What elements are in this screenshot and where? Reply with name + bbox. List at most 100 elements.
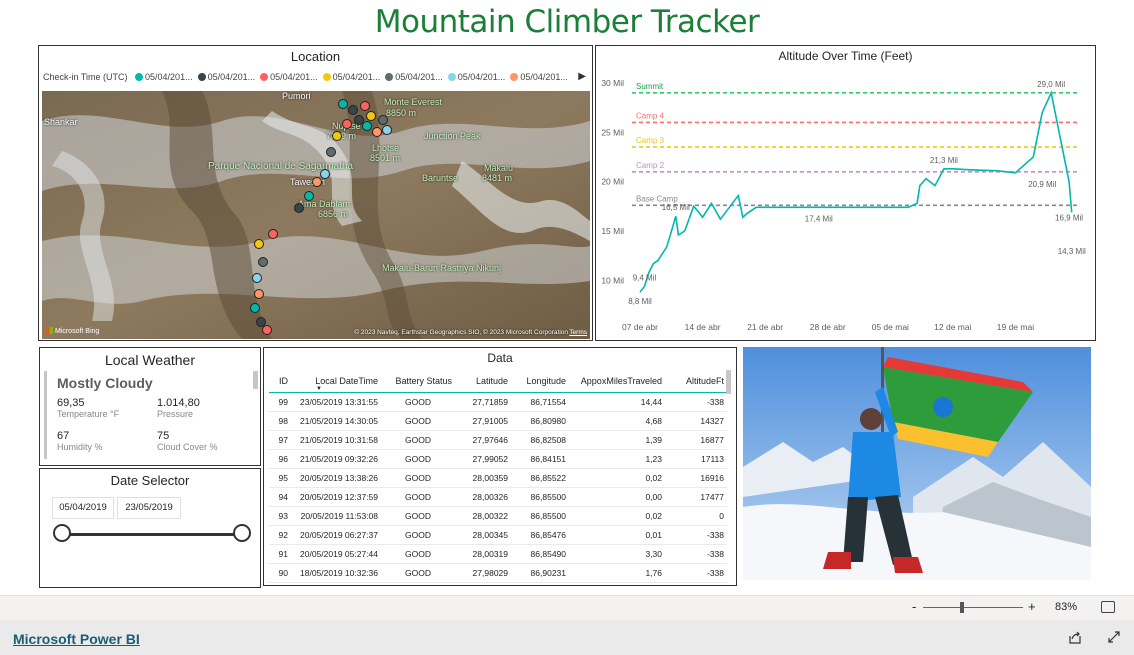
weather-cloud: 75 (157, 430, 170, 442)
table-cell: 99 (269, 392, 291, 412)
weather-scrollbar[interactable] (253, 371, 258, 389)
column-header[interactable]: Battery Status (381, 370, 455, 392)
map-marker[interactable] (382, 125, 392, 135)
table-scrollbar[interactable] (726, 370, 731, 394)
map-marker[interactable] (378, 115, 388, 125)
power-bi-link[interactable]: Microsoft Power BI (13, 631, 140, 647)
map-panel: Location Check-in Time (UTC) 05/04/201..… (38, 45, 593, 341)
zoom-in-button[interactable]: + (1028, 599, 1036, 614)
table-row[interactable]: 90 18/05/2019 10:32:36 GOOD 27,98029 86,9023… (269, 563, 727, 583)
weather-title: Local Weather (104, 352, 195, 368)
table-cell: 17477 (665, 487, 727, 507)
table-cell: 17113 (665, 449, 727, 469)
legend-item-3[interactable]: 05/04/201... (333, 72, 381, 82)
data-label: 16,5 Mil (662, 203, 690, 212)
table-cell: GOOD (381, 392, 455, 412)
table-row[interactable]: 95 20/05/2019 13:38:26 GOOD 28,00359 86,8552… (269, 468, 727, 488)
date-slider-start-handle[interactable] (53, 524, 71, 542)
map-marker[interactable] (250, 303, 260, 313)
legend-item-0[interactable]: 05/04/201... (145, 72, 193, 82)
date-start-input[interactable]: 05/04/2019 (52, 497, 114, 519)
table-cell: 20/05/2019 13:38:26 (291, 468, 381, 488)
map-marker[interactable] (294, 203, 304, 213)
table-row[interactable]: 93 20/05/2019 11:53:08 GOOD 28,00322 86,8550… (269, 506, 727, 526)
weather-condition: Mostly Cloudy (57, 375, 153, 391)
table-cell: 0,02 (569, 468, 665, 488)
data-label: 29,0 Mil (1037, 80, 1065, 89)
data-label: 17,4 Mil (805, 214, 833, 223)
table-cell: 86,85500 (511, 506, 569, 526)
x-tick-label: 12 de mai (934, 322, 971, 332)
table-cell: 28,00345 (455, 525, 511, 545)
table-cell: 21/05/2019 09:32:26 (291, 449, 381, 469)
map-label-ama-height: 6856 m (318, 209, 349, 219)
sort-desc-icon: ▼ (316, 385, 322, 392)
map-marker[interactable] (268, 229, 278, 239)
map-marker[interactable] (312, 177, 322, 187)
legend-next-icon[interactable]: ▶ (578, 71, 586, 82)
satellite-map[interactable]: Shankar Pumori Monte Everest 8850 m Nupt… (42, 91, 590, 339)
legend-item-6[interactable]: 05/04/201... (520, 72, 568, 82)
zoom-slider-track[interactable] (923, 607, 1023, 608)
map-marker[interactable] (320, 169, 330, 179)
map-label-everest: Monte Everest (384, 97, 443, 107)
zoom-slider-handle[interactable] (960, 602, 964, 613)
map-marker[interactable] (338, 99, 348, 109)
table-cell: -338 (665, 392, 727, 412)
table-cell: 1,39 (569, 430, 665, 450)
table-row[interactable]: 99 23/05/2019 13:31:55 GOOD 27,71859 86,7155… (269, 392, 727, 412)
column-header[interactable]: ID (269, 370, 291, 392)
table-row[interactable]: 91 20/05/2019 05:27:44 GOOD 28,00319 86,8549… (269, 544, 727, 564)
column-header[interactable]: AltitudeFt (665, 370, 727, 392)
column-header[interactable]: Local DateTime ▼ (291, 370, 381, 392)
map-marker[interactable] (332, 131, 342, 141)
map-marker[interactable] (348, 105, 358, 115)
climber-photo (743, 347, 1091, 580)
legend-item-1[interactable]: 05/04/201... (208, 72, 256, 82)
share-icon[interactable] (1068, 630, 1082, 649)
legend-item-2[interactable]: 05/04/201... (270, 72, 318, 82)
map-marker[interactable] (366, 111, 376, 121)
map-marker[interactable] (360, 101, 370, 111)
map-marker[interactable] (372, 127, 382, 137)
map-marker[interactable] (254, 239, 264, 249)
weather-pressure-label: Pressure (157, 409, 194, 419)
map-marker[interactable] (342, 119, 352, 129)
altitude-chart[interactable]: 10 Mil 15 Mil 20 Mil 25 Mil 30 Mil 07 de abr 1… (596, 70, 1095, 340)
table-row[interactable]: 96 21/05/2019 09:32:26 GOOD 27,99052 86,8415… (269, 449, 727, 469)
map-marker[interactable] (326, 147, 336, 157)
map-marker[interactable] (362, 121, 372, 131)
fullscreen-icon[interactable] (1107, 630, 1121, 649)
date-end-input[interactable]: 23/05/2019 (117, 497, 181, 519)
legend-item-5[interactable]: 05/04/201... (458, 72, 506, 82)
map-terms-link[interactable]: Terms (569, 329, 587, 336)
map-marker[interactable] (354, 115, 364, 125)
map-marker[interactable] (262, 325, 272, 335)
legend-dot-0 (135, 73, 144, 81)
column-header[interactable]: Latitude (455, 370, 511, 392)
map-marker[interactable] (254, 289, 264, 299)
map-marker[interactable] (258, 257, 268, 267)
table-cell: 16916 (665, 468, 727, 488)
table-row[interactable]: 92 20/05/2019 06:27:37 GOOD 28,00345 86,8547… (269, 525, 727, 545)
date-slider-end-handle[interactable] (233, 524, 251, 542)
legend-dot-2 (260, 73, 269, 81)
weather-card: Mostly Cloudy 69,35 Temperature °F 1.014… (44, 371, 258, 459)
map-marker[interactable] (304, 191, 314, 201)
table-row[interactable]: 97 21/05/2019 10:31:58 GOOD 27,97646 86,8250… (269, 430, 727, 450)
table-cell: GOOD (381, 563, 455, 583)
table-cell: 3,30 (569, 544, 665, 564)
table-row[interactable]: 98 21/05/2019 14:30:05 GOOD 27,91005 86,8098… (269, 411, 727, 431)
table-cell: GOOD (381, 506, 455, 526)
column-header[interactable]: Longitude (511, 370, 569, 392)
column-header[interactable]: AppoxMilesTraveled (569, 370, 665, 392)
table-cell: 21/05/2019 10:31:58 (291, 430, 381, 450)
map-marker[interactable] (252, 273, 262, 283)
table-cell: GOOD (381, 449, 455, 469)
zoom-out-button[interactable]: - (912, 599, 916, 614)
legend-item-4[interactable]: 05/04/201... (395, 72, 443, 82)
date-slider-track[interactable] (62, 533, 242, 536)
table-row[interactable]: 94 20/05/2019 12:37:59 GOOD 28,00326 86,8550… (269, 487, 727, 507)
map-title: Location (290, 49, 341, 64)
fit-to-page-icon[interactable] (1101, 601, 1115, 613)
